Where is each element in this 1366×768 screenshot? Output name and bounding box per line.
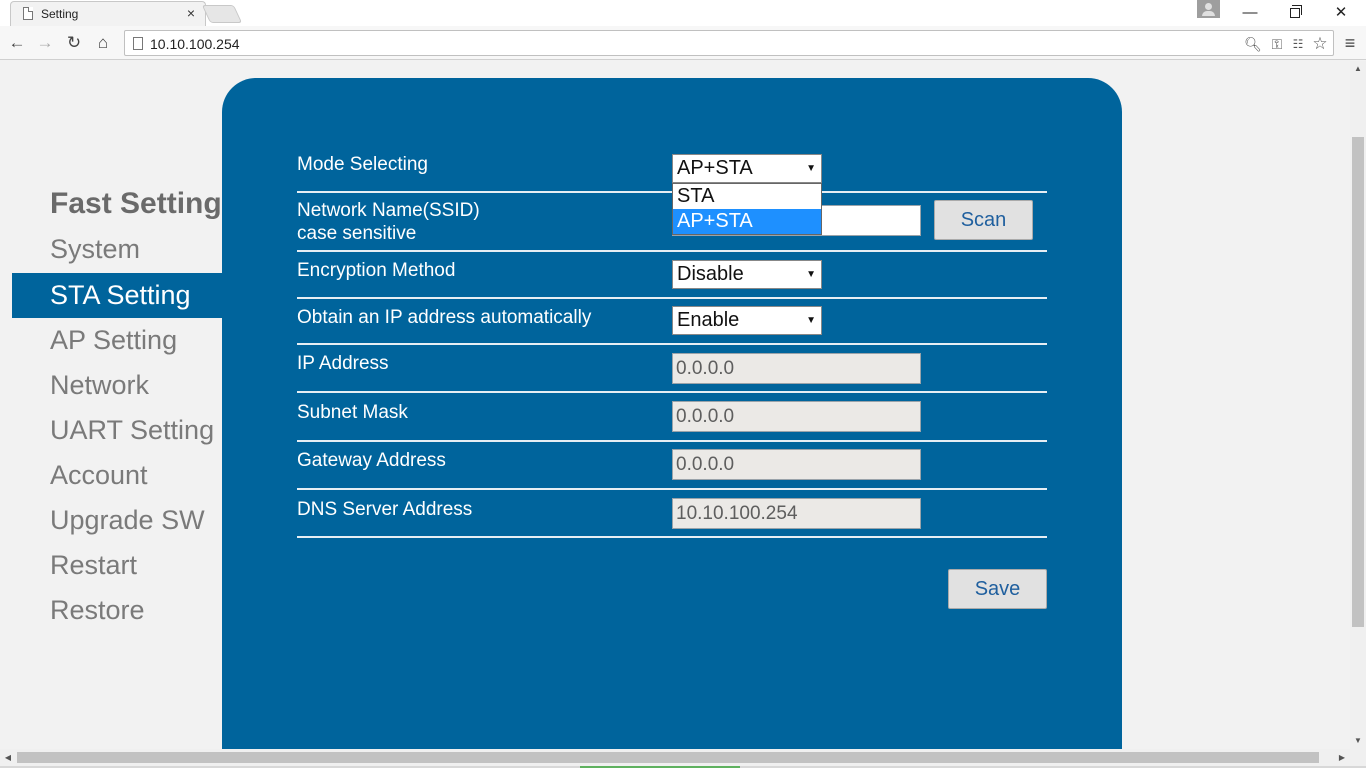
scan-button[interactable]: Scan (934, 200, 1033, 240)
scrollbar-corner (1350, 749, 1366, 766)
dropdown-arrow-icon: ▼ (806, 315, 816, 326)
gateway-label: Gateway Address (297, 450, 446, 471)
sidebar-title: Fast Setting (50, 187, 222, 220)
vertical-scrollbar[interactable]: ▲ ▼ (1350, 61, 1366, 749)
divider (297, 297, 1047, 299)
ssid-label: Network Name(SSID) (297, 200, 480, 221)
page-content: Fast Setting System STA Setting AP Setti… (0, 61, 1350, 749)
tab-close-icon[interactable]: × (187, 5, 195, 21)
divider (297, 488, 1047, 490)
menu-icon[interactable]: ≡ (1340, 32, 1360, 54)
save-button[interactable]: Save (948, 569, 1047, 609)
zoom-icon[interactable]: 🔍︎ (1243, 34, 1263, 54)
encryption-select-value: Disable (677, 263, 744, 285)
mode-dropdown-list: STA AP+STA (672, 183, 822, 235)
sidebar-item-restart[interactable]: Restart (12, 543, 222, 588)
sidebar-item-network[interactable]: Network (12, 363, 222, 408)
scroll-up-icon[interactable]: ▲ (1350, 61, 1366, 77)
dropdown-arrow-icon: ▼ (806, 163, 816, 174)
forward-icon[interactable]: → (34, 32, 56, 54)
gateway-field[interactable]: 0.0.0.0 (672, 449, 921, 480)
dns-label: DNS Server Address (297, 499, 473, 520)
scroll-right-icon[interactable]: ▶ (1334, 749, 1350, 766)
mode-select-value: AP+STA (677, 157, 753, 179)
page-icon (133, 37, 143, 50)
ip-address-field[interactable]: 0.0.0.0 (672, 353, 921, 384)
sidebar-item-system[interactable]: System (12, 227, 222, 272)
subnet-mask-label: Subnet Mask (297, 402, 408, 423)
mode-option-ap-sta[interactable]: AP+STA (673, 209, 821, 234)
dropdown-arrow-icon: ▼ (806, 269, 816, 280)
mode-option-sta[interactable]: STA (673, 184, 821, 209)
ssid-sublabel: case sensitive (297, 223, 417, 244)
sidebar-item-ap-setting[interactable]: AP Setting (12, 318, 222, 363)
address-bar[interactable]: 10.10.100.254 🔍︎ ⚿ ☷ ☆ (124, 30, 1334, 56)
encryption-select[interactable]: Disable ▼ (672, 260, 822, 289)
back-icon[interactable]: ← (6, 32, 28, 54)
key-icon[interactable]: ⚿ (1267, 34, 1287, 54)
profile-icon[interactable] (1197, 0, 1220, 18)
subnet-mask-field[interactable]: 0.0.0.0 (672, 401, 921, 432)
sidebar-item-upgrade-sw[interactable]: Upgrade SW (12, 498, 222, 543)
restore-button[interactable] (1280, 3, 1310, 23)
encryption-label: Encryption Method (297, 260, 456, 281)
browser-titlebar: Setting × — ✕ (0, 0, 1366, 26)
page-icon (23, 7, 33, 20)
sidebar-item-uart-setting[interactable]: UART Setting (12, 408, 222, 453)
divider (297, 250, 1047, 252)
scroll-left-icon[interactable]: ◀ (0, 749, 16, 766)
horizontal-scrollbar[interactable]: ◀ ▶ (0, 749, 1350, 766)
url-text[interactable]: 10.10.100.254 (150, 36, 240, 52)
tab-title: Setting (41, 7, 79, 21)
close-window-button[interactable]: ✕ (1326, 3, 1356, 23)
scroll-down-icon[interactable]: ▼ (1350, 733, 1366, 749)
mode-select[interactable]: AP+STA ▼ (672, 154, 822, 183)
divider (297, 391, 1047, 393)
divider (297, 440, 1047, 442)
star-icon[interactable]: ☆ (1310, 34, 1330, 54)
sidebar-item-sta-setting[interactable]: STA Setting (12, 273, 222, 318)
vertical-scroll-thumb[interactable] (1352, 137, 1364, 627)
sidebar-item-restore[interactable]: Restore (12, 588, 222, 633)
divider (297, 536, 1047, 538)
ip-label: IP Address (297, 353, 389, 374)
horizontal-scroll-thumb[interactable] (17, 752, 1319, 763)
divider (297, 343, 1047, 345)
browser-tab[interactable]: Setting × (10, 1, 206, 26)
dhcp-select[interactable]: Enable ▼ (672, 306, 822, 335)
home-icon[interactable]: ⌂ (92, 32, 114, 54)
translate-icon[interactable]: ☷ (1288, 34, 1308, 54)
minimize-button[interactable]: — (1235, 3, 1265, 23)
browser-toolbar: ← → ↻ ⌂ 10.10.100.254 🔍︎ ⚿ ☷ ☆ ≡ (0, 26, 1366, 60)
dhcp-select-value: Enable (677, 309, 740, 331)
reload-icon[interactable]: ↻ (63, 32, 85, 54)
new-tab-button[interactable] (201, 5, 243, 23)
dns-field[interactable]: 10.10.100.254 (672, 498, 921, 529)
mode-label: Mode Selecting (297, 154, 428, 175)
dhcp-label: Obtain an IP address automatically (297, 307, 592, 328)
sidebar-item-account[interactable]: Account (12, 453, 222, 498)
restore-icon (1290, 5, 1302, 18)
settings-panel: Mode Selecting AP+STA ▼ Network Name(SSI… (222, 78, 1122, 749)
